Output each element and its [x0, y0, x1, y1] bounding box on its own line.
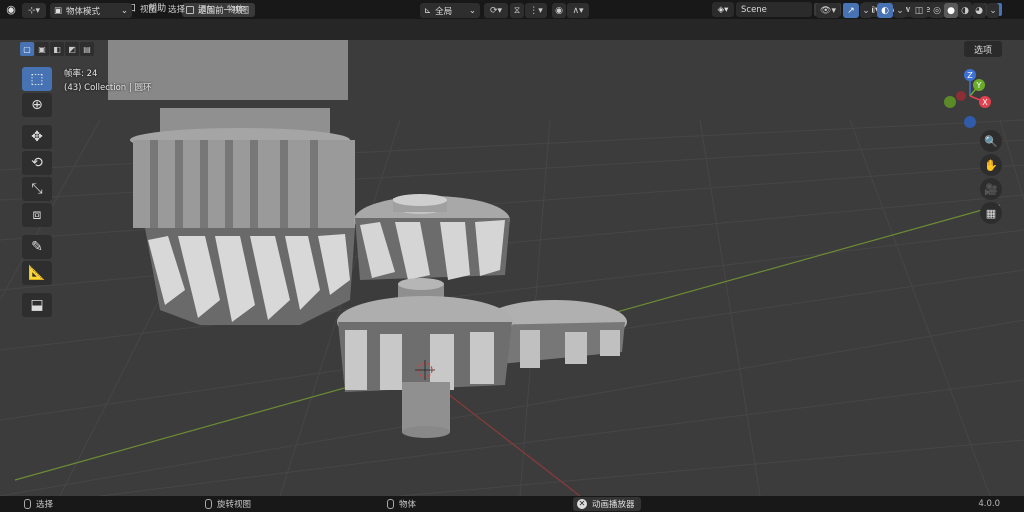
status-rotate-view: 旋转视图 — [205, 496, 251, 512]
status-rotate-view-label: 旋转视图 — [217, 500, 252, 510]
zoom-icon[interactable]: 🔍 — [980, 130, 1002, 152]
neg-x-axis-handle[interactable] — [956, 91, 966, 101]
animation-player-button[interactable]: ✕ 动画播放器 — [573, 497, 641, 511]
select-subtract-icon[interactable]: ◧ — [50, 42, 64, 56]
scene-selector[interactable]: Scene — [736, 2, 812, 17]
scene-type-icon[interactable]: ◈▾ — [712, 2, 734, 17]
back-to-previous-button[interactable]: 返回前一视图 — [182, 2, 256, 17]
collection-info-text: (43) Collection | 圆环 — [64, 83, 152, 93]
proportional-edit-icon[interactable]: ◉ — [552, 3, 566, 18]
menu-object[interactable]: 物体 — [227, 3, 244, 18]
menu-view[interactable]: 视图 — [140, 3, 157, 18]
perspective-grid-icon[interactable]: ▦ — [980, 202, 1002, 224]
version-text: 4.0.0 — [978, 499, 1000, 509]
select-new-icon[interactable]: ▢ — [20, 42, 34, 56]
orientation-icon: ⊾ — [424, 5, 432, 16]
selection-mode-buttons: ▢ ▣ ◧ ◩ ▤ — [20, 42, 94, 56]
overlays-toggle-icon[interactable]: ◐ — [877, 3, 893, 18]
neg-y-axis-handle[interactable] — [944, 96, 956, 108]
gizmo-toggle-icon[interactable]: ↗ — [843, 3, 859, 18]
viewport-header — [0, 19, 1024, 40]
snap-icon[interactable]: ⧖ — [510, 3, 524, 18]
object-mode-icon: ▣ — [54, 5, 63, 16]
pan-hand-icon[interactable]: ✋ — [980, 154, 1002, 176]
menu-select[interactable]: 选择 — [168, 3, 185, 18]
select-intersect-icon[interactable]: ▤ — [80, 42, 94, 56]
options-label: 选项 — [973, 45, 992, 56]
snap-target-icon[interactable]: ⋮▾ — [525, 3, 547, 18]
menu-add[interactable]: 添加 — [198, 3, 215, 18]
xray-toggle-icon[interactable]: ◫ — [911, 3, 927, 18]
mouse-right-icon — [387, 499, 394, 509]
select-extend-icon[interactable]: ▣ — [35, 42, 49, 56]
select-invert-icon[interactable]: ◩ — [65, 42, 79, 56]
animation-player-label: 动画播放器 — [592, 500, 635, 510]
viewport-overlay-text: 帧率: 24 (43) Collection | 圆环 — [64, 67, 151, 95]
screen-icon — [186, 5, 195, 14]
falloff-icon[interactable]: ∧▾ — [567, 3, 589, 18]
camera-view-icon[interactable]: 🎥 — [980, 178, 1002, 200]
mode-label: 物体模式 — [66, 6, 101, 17]
transform-tool-icon[interactable]: ⧈ — [22, 203, 52, 227]
chevron-down-icon[interactable]: ⌄ — [894, 3, 906, 18]
pivot-point-icon[interactable]: ⟳▾ — [484, 3, 508, 18]
status-bar: 选择 旋转视图 物体 ✕ 动画播放器 4.0.0 — [0, 496, 1024, 512]
transform-orientation-selector[interactable]: ⊾ 全局 ⌄ — [420, 3, 480, 18]
visibility-icon[interactable]: 👁▾ — [816, 3, 840, 18]
chevron-down-icon: ⌄ — [468, 5, 476, 16]
material-shading-icon[interactable]: ◑ — [958, 3, 972, 18]
scale-tool-icon[interactable]: ⤡ — [22, 177, 52, 201]
status-select-label: 选择 — [36, 500, 54, 510]
x-axis-line — [429, 379, 581, 496]
rotate-tool-icon[interactable]: ⟲ — [22, 151, 52, 175]
mouse-middle-icon — [205, 499, 212, 509]
cursor-tool-icon[interactable]: ⊕ — [22, 93, 52, 117]
3d-viewport[interactable]: 帧率: 24 (43) Collection | 圆环 — [0, 40, 1024, 496]
status-object-label: 物体 — [399, 500, 417, 510]
mouse-left-icon — [24, 499, 31, 509]
y-axis-label: Y — [976, 81, 982, 90]
close-icon[interactable]: ✕ — [577, 499, 587, 509]
annotate-tool-icon[interactable]: ✎ — [22, 235, 52, 259]
status-select: 选择 — [24, 496, 53, 512]
frame-rate-text: 帧率: 24 — [64, 69, 98, 79]
editor-type-icon[interactable]: ⊹▾ — [22, 3, 46, 18]
chevron-down-icon[interactable]: ⌄ — [860, 3, 872, 18]
tool-bar: ⬚ ⊕ ✥ ⟲ ⤡ ⧈ ✎ 📐 ⬓ — [22, 67, 52, 319]
measure-tool-icon[interactable]: 📐 — [22, 261, 52, 285]
wireframe-shading-icon[interactable]: ◎ — [930, 3, 944, 18]
blender-logo-icon[interactable]: ◉ — [0, 0, 22, 19]
navigation-gizmo[interactable]: Z Y X — [940, 66, 1000, 132]
status-object: 物体 — [387, 496, 416, 512]
chevron-down-icon: ⌄ — [120, 5, 128, 16]
orientation-label: 全局 — [435, 6, 453, 17]
chevron-down-icon[interactable]: ⌄ — [987, 3, 999, 18]
z-axis-label: Z — [967, 71, 973, 80]
scene-render — [0, 40, 1024, 496]
move-tool-icon[interactable]: ✥ — [22, 125, 52, 149]
scene-name: Scene — [741, 4, 767, 15]
neg-z-axis-handle[interactable] — [964, 116, 976, 128]
back-gear — [354, 194, 510, 280]
mode-selector[interactable]: ▣ 物体模式 ⌄ — [50, 3, 132, 18]
solid-shading-icon[interactable]: ● — [944, 3, 958, 18]
x-axis-label: X — [982, 98, 988, 107]
add-cube-tool-icon[interactable]: ⬓ — [22, 293, 52, 317]
options-button[interactable]: 选项 — [964, 41, 1002, 57]
select-box-tool-icon[interactable]: ⬚ — [22, 67, 52, 91]
rendered-shading-icon[interactable]: ◕ — [972, 3, 986, 18]
